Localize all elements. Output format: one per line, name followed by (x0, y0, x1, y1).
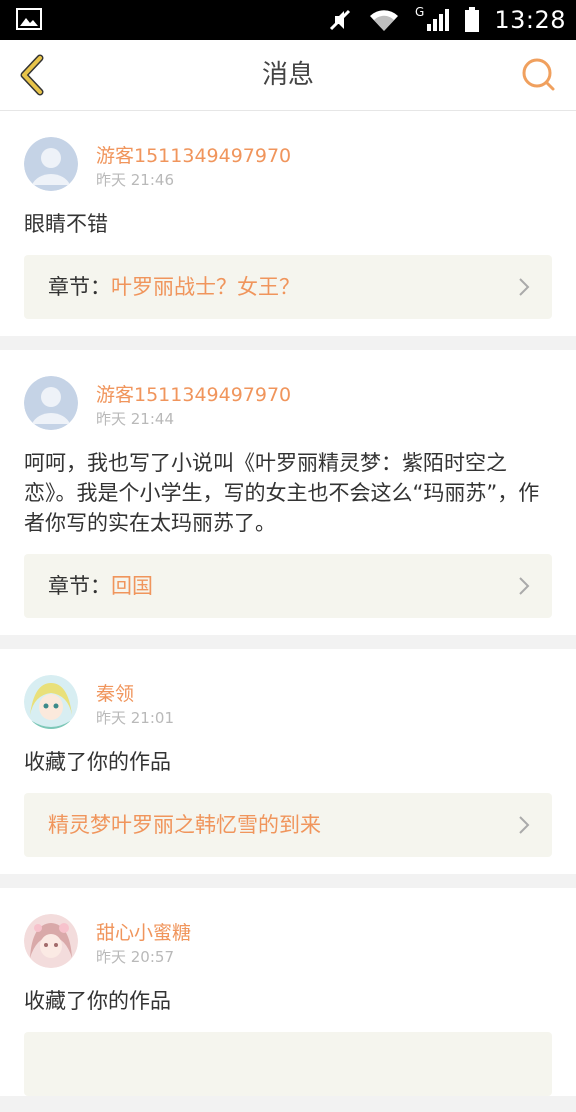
message-time: 昨天 21:01 (96, 709, 174, 727)
battery-icon (465, 7, 480, 32)
message-time: 昨天 20:57 (96, 948, 174, 966)
chapter-title: 回国 (111, 574, 153, 598)
work-link[interactable]: 精灵梦叶罗丽之韩忆雪的到来 (24, 793, 552, 857)
message-card[interactable]: 甜心小蜜糖 昨天 20:57 收藏了你的作品 (0, 888, 576, 1096)
chapter-label: 章节： (48, 574, 111, 598)
chapter-label: 章节： (48, 275, 111, 299)
message-card[interactable]: 游客1511349497970 昨天 21:44 呵呵，我也写了小说叫《叶罗丽精… (0, 350, 576, 635)
message-content: 收藏了你的作品 (24, 989, 171, 1013)
message-content: 呵呵，我也写了小说叫《叶罗丽精灵梦：紫陌时空之恋》。我是个小学生，写的女主也不会… (24, 451, 540, 535)
mute-icon (329, 9, 351, 31)
message-time: 昨天 21:44 (96, 410, 174, 428)
anime-girl-avatar[interactable] (24, 675, 78, 729)
pink-anime-avatar[interactable] (24, 914, 78, 968)
sender-name[interactable]: 秦领 (96, 679, 134, 706)
app-header: 消息 (0, 40, 576, 111)
sender-name[interactable]: 游客1511349497970 (96, 141, 291, 168)
message-card[interactable]: 秦领 昨天 21:01 收藏了你的作品 精灵梦叶罗丽之韩忆雪的到来 (0, 649, 576, 874)
sender-name[interactable]: 甜心小蜜糖 (96, 918, 191, 945)
default-avatar-icon[interactable] (24, 137, 78, 191)
default-avatar-icon[interactable] (24, 376, 78, 430)
chapter-link[interactable]: 章节：叶罗丽战士？女王？ (24, 255, 552, 319)
search-icon[interactable] (518, 54, 558, 94)
wifi-icon (370, 10, 399, 32)
chapter-title: 叶罗丽战士？女王？ (111, 275, 300, 299)
status-bar: G 13:28 (0, 0, 576, 40)
chevron-right-icon (519, 278, 530, 296)
message-content: 收藏了你的作品 (24, 750, 171, 774)
work-link[interactable] (24, 1032, 552, 1096)
clock: 13:28 (494, 6, 566, 34)
image-notification-icon (16, 8, 42, 30)
chevron-right-icon (519, 816, 530, 834)
chevron-right-icon (519, 577, 530, 595)
signal-icon (427, 9, 450, 31)
message-time: 昨天 21:46 (96, 171, 174, 189)
network-type-label: G (415, 5, 425, 19)
sender-name[interactable]: 游客1511349497970 (96, 380, 291, 407)
chapter-link[interactable]: 章节：回国 (24, 554, 552, 618)
message-card[interactable]: 游客1511349497970 昨天 21:46 眼睛不错 章节：叶罗丽战士？女… (0, 111, 576, 336)
page-title: 消息 (261, 60, 314, 90)
work-title: 精灵梦叶罗丽之韩忆雪的到来 (48, 813, 321, 837)
message-list: 游客1511349497970 昨天 21:46 眼睛不错 章节：叶罗丽战士？女… (0, 111, 576, 1112)
message-content: 眼睛不错 (24, 212, 108, 236)
